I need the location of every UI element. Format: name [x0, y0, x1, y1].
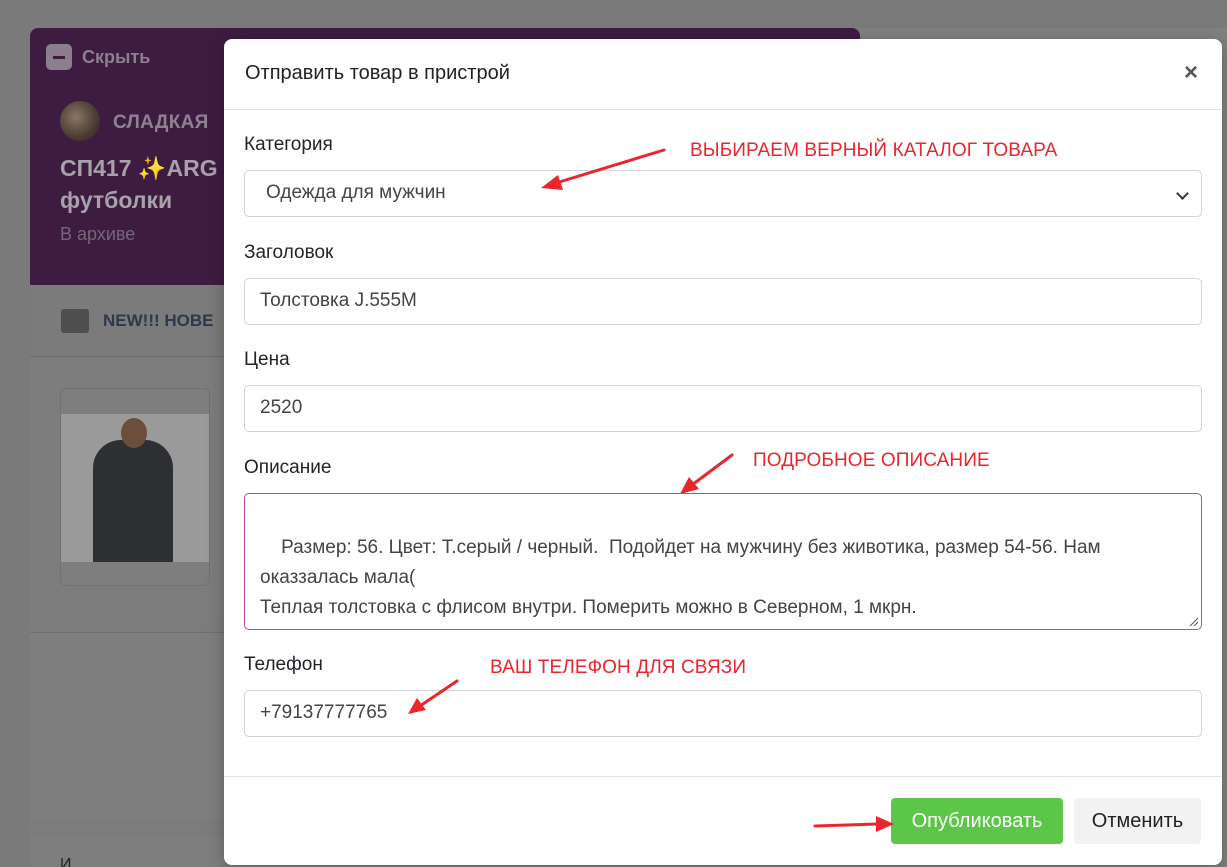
resize-handle-icon[interactable]: [1188, 616, 1198, 626]
category-select[interactable]: Одежда для мужчин: [244, 170, 1202, 217]
hide-label: Скрыть: [82, 46, 151, 67]
category-label: Категория: [244, 134, 333, 155]
user-name: СЛАДКАЯ: [113, 112, 209, 133]
description-textarea[interactable]: Размер: 56. Цвет: Т.серый / черный. Подо…: [244, 493, 1202, 630]
hide-toggle[interactable]: Скрыть: [46, 44, 150, 70]
phone-value: +79137777765: [260, 702, 388, 723]
cancel-button[interactable]: Отменить: [1074, 798, 1201, 844]
page-title: СП417 ✨ARG футболки: [60, 152, 218, 216]
category-value: Одежда для мужчин: [266, 182, 446, 203]
description-annotation: ПОДРОБНОЕ ОПИСАНИЕ: [753, 450, 990, 471]
product-photo: [61, 414, 209, 562]
heading-value: Толстовка J.555M: [260, 290, 417, 311]
modal-header: Отправить товар в пристрой ×: [224, 39, 1222, 110]
folder-icon: [61, 309, 89, 333]
product-figure-head: [121, 418, 147, 448]
background-bottom-text: И: [60, 856, 72, 867]
chevron-down-icon: [1176, 187, 1189, 200]
send-item-modal: Отправить товар в пристрой × Категория О…: [224, 39, 1222, 865]
phone-label: Телефон: [244, 654, 323, 675]
avatar: [60, 101, 100, 141]
publish-button[interactable]: Опубликовать: [891, 798, 1063, 844]
archive-status: В архиве: [60, 224, 136, 244]
modal-title: Отправить товар в пристрой: [245, 62, 510, 84]
price-input[interactable]: 2520: [244, 385, 1202, 432]
price-value: 2520: [260, 397, 303, 418]
phone-input[interactable]: +79137777765: [244, 690, 1202, 737]
category-annotation: ВЫБИРАЕМ ВЕРНЫЙ КАТАЛОГ ТОВАРА: [690, 140, 1058, 161]
close-icon[interactable]: ×: [1180, 61, 1202, 85]
phone-annotation: ВАШ ТЕЛЕФОН ДЛЯ СВЯЗИ: [490, 657, 747, 678]
modal-footer-divider: [224, 776, 1222, 777]
description-value: Размер: 56. Цвет: Т.серый / черный. Подо…: [260, 537, 1101, 618]
price-label: Цена: [244, 349, 290, 370]
heading-input[interactable]: Толстовка J.555M: [244, 278, 1202, 325]
description-label: Описание: [244, 457, 332, 478]
page-title-line1: СП417 ✨ARG: [60, 155, 218, 181]
folder-label[interactable]: NEW!!! НОВЕ: [103, 311, 213, 331]
product-figure: [93, 440, 173, 562]
minus-icon: [46, 44, 72, 70]
page-title-line2: футболки: [60, 187, 173, 213]
heading-label: Заголовок: [244, 242, 334, 263]
